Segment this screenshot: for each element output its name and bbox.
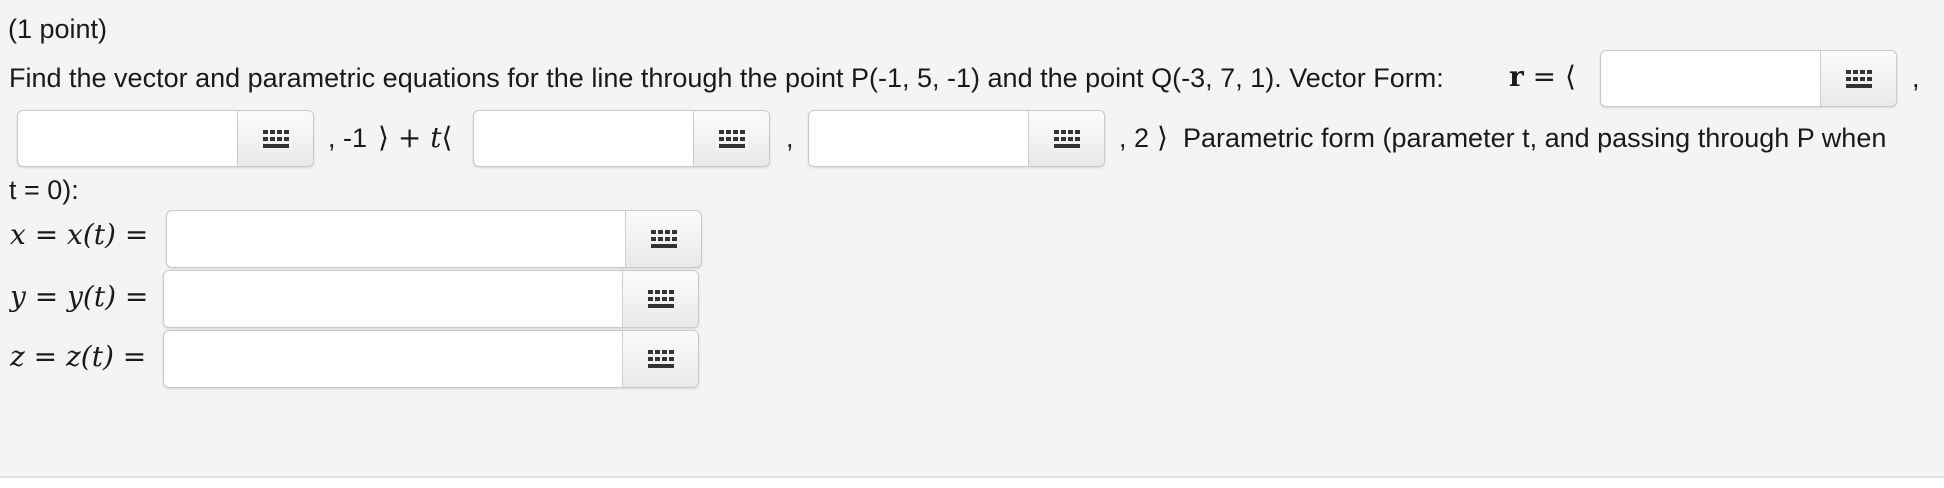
vector-equals: = — [1532, 60, 1557, 93]
comma-before-direction-z: , — [1119, 123, 1127, 153]
question-panel: (1 point) Find the vector and parametric… — [0, 0, 1944, 478]
direction-x-input[interactable] — [474, 111, 695, 166]
z-keypad-button[interactable] — [622, 331, 698, 387]
z-answer — [163, 330, 699, 388]
direction-x-keypad-button[interactable] — [693, 111, 769, 166]
y-input[interactable] — [164, 271, 624, 327]
direction-x-answer — [473, 110, 770, 167]
question-prompt: Find the vector and parametric equations… — [9, 63, 1444, 93]
direction-y-input[interactable] — [809, 111, 1030, 166]
plus-sign: + — [397, 121, 431, 154]
z-equation-label: z = z(t) = — [10, 340, 147, 373]
x-answer — [166, 210, 702, 268]
vector-close-angle: ⟩ — [378, 121, 389, 154]
comma-before-point-z: , — [328, 123, 336, 153]
direction-open-angle: ⟨ — [441, 121, 453, 154]
comma-after-point-x: , — [1912, 63, 1920, 93]
vector-r-symbol: r — [1509, 60, 1524, 93]
direction-y-answer — [808, 110, 1105, 167]
keypad-grid-icon — [647, 290, 674, 308]
keypad-grid-icon — [647, 350, 674, 368]
y-equation-label: y = y(t) = — [10, 280, 149, 313]
point-z-fixed: , -1 — [328, 121, 367, 155]
comma-after-direction-x: , — [786, 123, 794, 153]
point-x-input[interactable] — [1601, 51, 1822, 106]
x-input[interactable] — [167, 211, 627, 267]
parametric-label-line1: Parametric form (parameter t, and passin… — [1183, 123, 1887, 153]
point-z-value: -1 — [343, 123, 368, 153]
vector-r-label: r = ⟨ — [1509, 60, 1576, 94]
keypad-grid-icon — [1845, 69, 1872, 88]
points-label: (1 point) — [8, 14, 108, 44]
y-keypad-button[interactable] — [622, 271, 698, 327]
point-x-answer — [1600, 50, 1897, 107]
keypad-grid-icon — [718, 129, 745, 148]
direction-z-fixed: , 2 — [1119, 121, 1149, 155]
direction-close-angle: ⟩ — [1157, 121, 1168, 154]
keypad-grid-icon — [650, 230, 677, 248]
keypad-grid-icon — [262, 129, 289, 148]
direction-prefix: ⟩ + t⟨ — [378, 121, 452, 155]
t-symbol: t — [430, 121, 442, 154]
point-y-keypad-button[interactable] — [237, 111, 313, 166]
keypad-grid-icon — [1053, 129, 1080, 148]
direction-y-keypad-button[interactable] — [1028, 111, 1104, 166]
x-equation-label: x = x(t) = — [10, 218, 149, 251]
z-input[interactable] — [164, 331, 624, 387]
parametric-label-line2: t = 0): — [9, 175, 79, 205]
vector-open-angle: ⟨ — [1565, 60, 1576, 93]
point-x-keypad-button[interactable] — [1820, 51, 1896, 106]
point-y-input[interactable] — [18, 111, 239, 166]
x-keypad-button[interactable] — [625, 211, 701, 267]
y-answer — [163, 270, 699, 328]
direction-z-value: 2 — [1134, 123, 1150, 153]
point-y-answer — [17, 110, 314, 167]
